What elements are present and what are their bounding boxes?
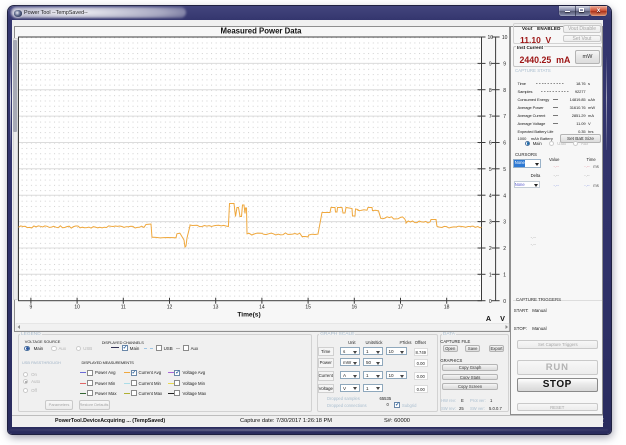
- svg-text:10: 10: [502, 35, 508, 41]
- svg-text:8: 8: [489, 88, 492, 94]
- svg-text:6: 6: [489, 141, 492, 147]
- svg-text:3: 3: [503, 220, 506, 226]
- svg-text:4: 4: [489, 193, 492, 199]
- svg-text:14: 14: [259, 305, 265, 311]
- svg-text:5: 5: [489, 167, 492, 173]
- svg-text:11: 11: [121, 305, 126, 311]
- svg-text:2: 2: [489, 246, 492, 252]
- svg-text:7: 7: [503, 114, 506, 120]
- svg-text:5: 5: [503, 167, 506, 173]
- svg-text:0: 0: [503, 299, 506, 305]
- svg-text:16: 16: [352, 305, 358, 311]
- svg-text:0: 0: [489, 299, 492, 305]
- svg-text:18: 18: [444, 305, 450, 311]
- svg-text:1: 1: [489, 272, 492, 278]
- svg-text:Measured Power Data: Measured Power Data: [220, 27, 302, 36]
- svg-text:13: 13: [213, 305, 219, 311]
- svg-text:10: 10: [488, 35, 494, 41]
- svg-text:8: 8: [503, 88, 506, 94]
- svg-text:A: A: [486, 314, 491, 323]
- svg-text:9: 9: [30, 305, 33, 311]
- svg-text:V: V: [500, 314, 505, 323]
- svg-text:10: 10: [74, 305, 80, 311]
- svg-text:9: 9: [489, 62, 492, 68]
- svg-text:4: 4: [503, 193, 506, 199]
- svg-text:1: 1: [503, 272, 506, 278]
- svg-text:3: 3: [489, 220, 492, 226]
- svg-text:17: 17: [398, 305, 404, 311]
- svg-text:15: 15: [305, 305, 311, 311]
- svg-text:9: 9: [503, 62, 506, 68]
- svg-text:7: 7: [489, 114, 492, 120]
- svg-text:Time(s): Time(s): [237, 312, 260, 319]
- svg-text:12: 12: [167, 305, 173, 311]
- svg-text:6: 6: [503, 141, 506, 147]
- svg-text:2: 2: [503, 246, 506, 252]
